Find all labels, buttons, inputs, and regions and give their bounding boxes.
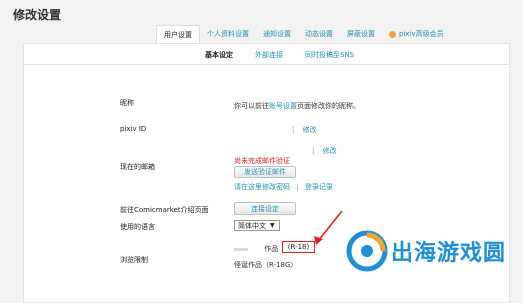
- watermark-text: 出海游戏圆: [391, 241, 507, 266]
- watermark-logo-icon: [346, 230, 388, 272]
- watermark: 出海游戏圆: [346, 230, 506, 272]
